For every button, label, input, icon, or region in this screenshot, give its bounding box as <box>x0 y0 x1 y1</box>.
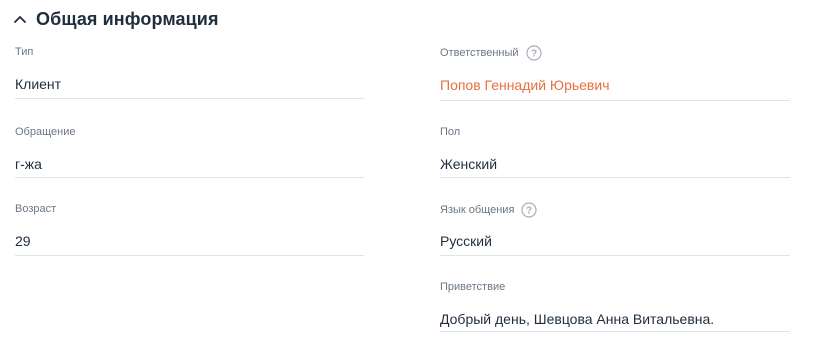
field-type-underline <box>15 98 364 99</box>
field-age-label: Возраст <box>15 203 57 215</box>
field-responsible-label-text: Ответственный <box>440 47 519 59</box>
field-language-label-text: Язык общения <box>440 204 515 216</box>
field-gender: Пол Женский <box>440 126 790 181</box>
svg-text:?: ? <box>526 206 532 217</box>
field-responsible-label: Ответственный ? <box>440 45 542 61</box>
field-responsible-value-link[interactable]: Попов Геннадий Юрьевич <box>440 77 609 93</box>
field-responsible-underline <box>440 100 790 101</box>
field-language-underline <box>440 255 790 256</box>
field-greeting-label: Приветствие <box>440 281 506 293</box>
field-responsible: Ответственный ? Попов Геннадий Юрьевич <box>440 45 790 104</box>
field-salutation-value[interactable]: г-жа <box>15 156 42 172</box>
field-age: Возраст 29 <box>15 203 364 258</box>
section-header-general-info[interactable]: Общая информация <box>14 6 219 32</box>
field-gender-label: Пол <box>440 126 461 138</box>
field-salutation-underline <box>15 177 364 178</box>
field-salutation-label: Обращение <box>15 126 76 138</box>
field-greeting-underline <box>440 331 790 332</box>
field-greeting-value[interactable]: Добрый день, Шевцова Анна Витальевна. <box>440 311 714 327</box>
field-greeting: Приветствие Добрый день, Шевцова Анна Ви… <box>440 281 790 336</box>
question-circle-icon[interactable]: ? <box>521 202 538 218</box>
field-type-value[interactable]: Клиент <box>15 76 61 92</box>
field-language-value[interactable]: Русский <box>440 233 492 249</box>
field-age-underline <box>15 255 364 256</box>
field-gender-value[interactable]: Женский <box>440 156 497 172</box>
chevron-up-icon[interactable] <box>14 15 26 23</box>
svg-text:?: ? <box>531 49 537 60</box>
field-language-label: Язык общения ? <box>440 202 538 218</box>
field-age-value[interactable]: 29 <box>15 233 31 249</box>
question-circle-icon[interactable]: ? <box>525 45 542 61</box>
field-gender-underline <box>440 177 790 178</box>
field-type-label: Тип <box>15 46 34 58</box>
section-title: Общая информация <box>36 8 219 29</box>
field-salutation: Обращение г-жа <box>15 126 364 181</box>
field-type: Тип Клиент <box>15 46 364 101</box>
field-language: Язык общения ? Русский <box>440 202 790 258</box>
